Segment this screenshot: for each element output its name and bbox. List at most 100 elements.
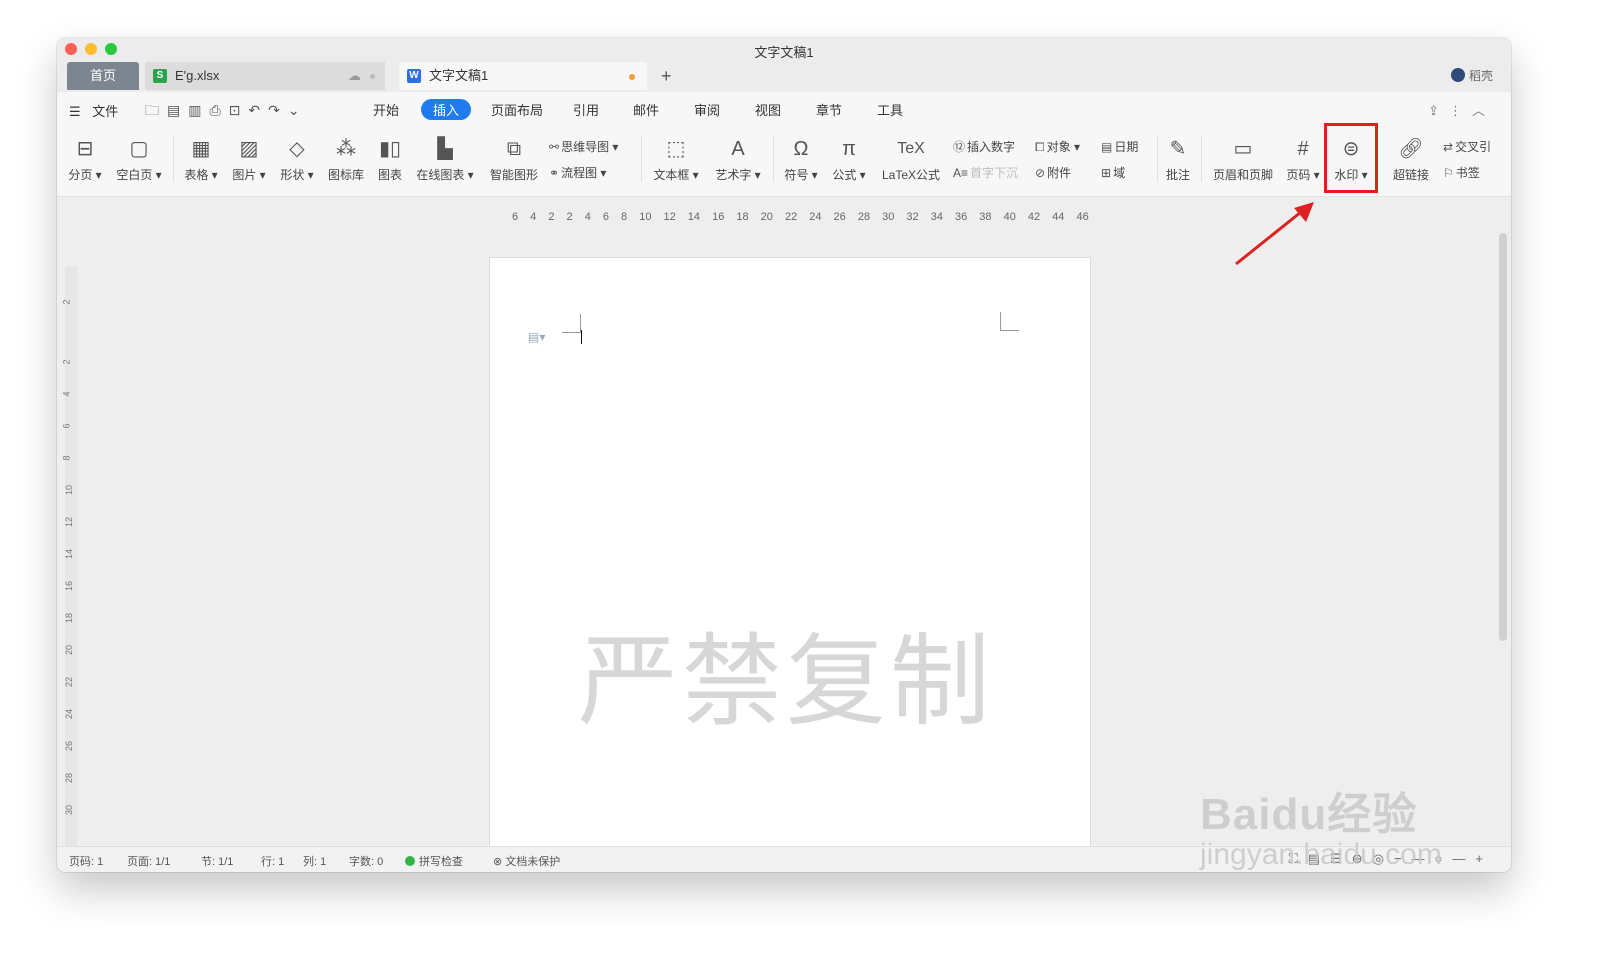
- pdf-icon[interactable]: ▥: [188, 102, 209, 118]
- file-menu-label: 文件: [92, 104, 119, 119]
- object-label: 对象: [1046, 140, 1071, 154]
- menu-view[interactable]: 视图: [755, 100, 781, 119]
- table-button[interactable]: ▦ 表格 ▾: [181, 136, 221, 183]
- ruler-v-number: 26: [64, 740, 75, 752]
- attachment-button[interactable]: ⊘ 附件: [1035, 164, 1071, 181]
- tab-document[interactable]: W 文字文稿1: [399, 62, 647, 90]
- undo-icon[interactable]: ↶: [248, 102, 268, 118]
- text-box-button[interactable]: ⬚ 文本框 ▾: [651, 136, 701, 183]
- menu-bar: ☰ 文件 🗀▤▥⎙⊡↶↷⌄ 开始 插入 页面布局 引用 邮件 审阅 视图 章节 …: [57, 92, 1511, 126]
- customize-icon[interactable]: ⌄: [288, 102, 308, 118]
- chart-label: 图表: [377, 168, 402, 182]
- tab-home[interactable]: 首页: [67, 62, 139, 90]
- field-button[interactable]: ⊞ 域: [1101, 164, 1125, 181]
- field-icon: ⊞: [1101, 166, 1112, 180]
- collapse-ribbon-icon[interactable]: ︿: [1472, 103, 1495, 118]
- date-label: 日期: [1114, 140, 1139, 154]
- paperclip-icon: ⊘: [1035, 166, 1046, 180]
- status-word-count[interactable]: 字数: 0: [349, 853, 383, 869]
- blank-page-label: 空白页: [116, 168, 153, 182]
- preview-icon[interactable]: ⊡: [229, 102, 249, 118]
- word-art-icon: A: [731, 138, 745, 160]
- new-tab-button[interactable]: +: [661, 62, 672, 90]
- table-icon: ▦: [191, 138, 211, 160]
- latex-label: LaTeX公式: [881, 168, 941, 182]
- latex-button[interactable]: TeX LaTeX公式: [879, 136, 943, 183]
- account-button[interactable]: 稻壳: [1450, 62, 1493, 90]
- shield-icon: ⊗: [493, 856, 503, 868]
- comment-button[interactable]: ✎ 批注: [1163, 136, 1193, 183]
- formula-label: 公式: [832, 168, 857, 182]
- menu-tools[interactable]: 工具: [877, 100, 903, 119]
- menu-chapter[interactable]: 章节: [816, 100, 842, 119]
- header-footer-button[interactable]: ▭ 页眉和页脚: [1211, 136, 1275, 183]
- spell-check-toggle[interactable]: 拼写检查: [405, 853, 463, 869]
- open-icon[interactable]: 🗀: [145, 102, 167, 118]
- shape-button[interactable]: ◇ 形状 ▾: [277, 136, 317, 183]
- mind-map-button[interactable]: ⚯ 思维导图 ▾: [549, 138, 618, 155]
- page-number-icon: #: [1297, 138, 1309, 160]
- ruler-v-number: 6: [61, 423, 72, 429]
- ruler-v-number: 22: [64, 676, 75, 688]
- menu-review[interactable]: 审阅: [694, 100, 720, 119]
- menu-start[interactable]: 开始: [373, 100, 399, 119]
- number-icon: ⑫: [953, 140, 966, 154]
- calendar-icon: ▤: [1101, 140, 1113, 154]
- ruler-v-number: 16: [64, 580, 75, 592]
- symbol-button[interactable]: Ω 符号 ▾: [781, 136, 821, 183]
- bookmark-button[interactable]: ⚐ 书签: [1443, 164, 1480, 181]
- shape-label: 形状: [280, 168, 305, 182]
- link-icon: 🔗︎: [1398, 138, 1424, 160]
- status-page-code: 页码: 1: [69, 856, 104, 868]
- document-page[interactable]: ▤▾ 严禁复制: [489, 257, 1091, 859]
- picture-button[interactable]: ▨ 图片 ▾: [229, 136, 269, 183]
- menu-page-layout[interactable]: 页面布局: [491, 100, 543, 119]
- blank-page-icon: ▢: [129, 138, 149, 160]
- separator: [1157, 136, 1158, 182]
- hyperlink-button[interactable]: 🔗︎ 超链接: [1389, 136, 1433, 183]
- bar-chart-icon: ▮▯: [378, 138, 401, 160]
- online-chart-icon: ▙: [437, 138, 453, 160]
- page-break-button[interactable]: ⊟ 分页 ▾: [65, 136, 105, 183]
- comment-icon: ✎: [1169, 138, 1187, 160]
- page-number-button[interactable]: # 页码 ▾: [1285, 136, 1321, 183]
- object-button[interactable]: ⧠ 对象 ▾: [1035, 138, 1080, 155]
- cross-reference-button[interactable]: ⇄ 交叉引: [1443, 138, 1491, 155]
- chart-button[interactable]: ▮▯ 图表: [375, 136, 405, 183]
- tab-xlsx[interactable]: S E'g.xlsx ☁: [145, 62, 385, 90]
- word-art-button[interactable]: A 艺术字 ▾: [713, 136, 763, 183]
- paragraph-menu-icon[interactable]: ▤▾: [528, 330, 545, 344]
- smart-art-button[interactable]: ⧉ 智能图形: [487, 136, 541, 183]
- insert-number-button[interactable]: ⑫ 插入数字: [953, 138, 1015, 155]
- ruler-v-number: 24: [64, 708, 75, 720]
- online-chart-button[interactable]: ▙ 在线图表 ▾: [413, 136, 477, 183]
- date-button[interactable]: ▤ 日期: [1101, 138, 1138, 155]
- flowchart-button[interactable]: ⚭ 流程图 ▾: [549, 164, 606, 181]
- share-icon[interactable]: ⇪: [1428, 103, 1449, 118]
- picture-label: 图片: [232, 168, 257, 182]
- icon-library-button[interactable]: ⁂ 图标库: [325, 136, 367, 183]
- vertical-ruler[interactable]: 2 2 4 6 8 10 12 14 16 18 20 22 24 26 28 …: [61, 267, 77, 847]
- menu-insert[interactable]: 插入: [421, 99, 472, 120]
- page-break-label: 分页: [68, 168, 93, 182]
- baidu-url: jingyan.baidu.com: [1200, 838, 1442, 871]
- window-title: 文字文稿1: [754, 45, 814, 60]
- formula-button[interactable]: π 公式 ▾: [829, 136, 869, 183]
- save-icon[interactable]: ▤: [167, 102, 188, 118]
- menu-mailings[interactable]: 邮件: [633, 100, 659, 119]
- cloud-icon: ☁: [348, 68, 361, 83]
- more-icon[interactable]: ⋮: [1449, 103, 1472, 118]
- menu-references[interactable]: 引用: [573, 100, 599, 119]
- baidu-watermark: Baidu经验 jingyan.baidu.com: [1200, 778, 1442, 872]
- drop-cap-icon: A≡: [953, 166, 969, 180]
- redo-icon[interactable]: ↷: [268, 102, 288, 118]
- blank-page-button[interactable]: ▢ 空白页 ▾: [113, 136, 165, 183]
- zoom-in-icon[interactable]: +: [1475, 851, 1493, 866]
- drop-cap-button[interactable]: A≡ 首字下沉: [953, 164, 1018, 181]
- flowchart-icon: ⚭: [549, 166, 560, 180]
- document-protection-label: 文档未保护: [505, 856, 561, 868]
- vertical-scrollbar[interactable]: [1499, 233, 1507, 641]
- document-protection-button[interactable]: ⊗ 文档未保护: [493, 853, 560, 869]
- file-menu[interactable]: ☰ 文件: [69, 101, 118, 120]
- print-icon[interactable]: ⎙: [209, 102, 228, 118]
